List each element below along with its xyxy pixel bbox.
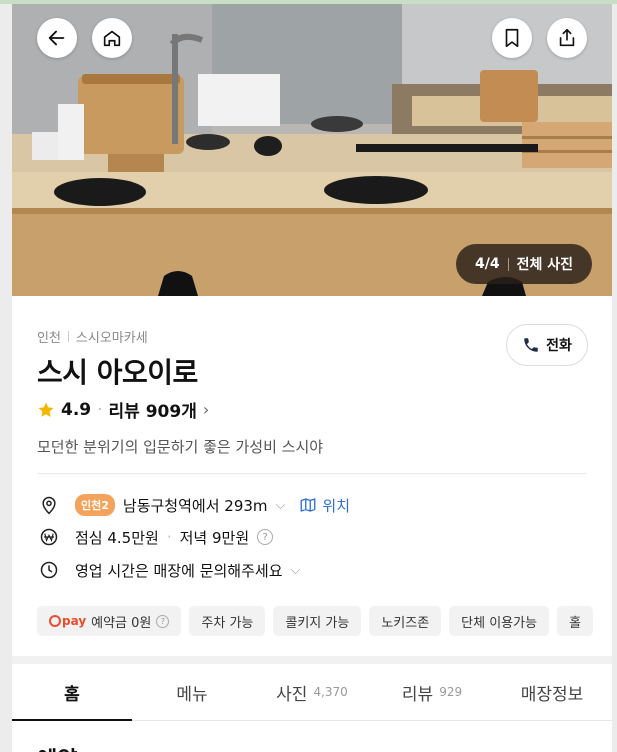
feature-chips: pay 예약금 0원 ? 주차 가능 콜키지 가능 노키즈존 단체 이용가능 홀	[37, 606, 594, 636]
cpay-logo: pay	[49, 614, 86, 628]
chevron-down-icon[interactable]: ⌵	[276, 498, 286, 513]
price-row: 점심 4.5만원 · 저녁 9만원 ?	[37, 525, 274, 549]
tab-home[interactable]: 홈	[12, 664, 132, 721]
price-dot: ·	[166, 528, 172, 546]
hours-text: 영업 시간은 매장에 문의해주세요	[75, 561, 283, 580]
deposit-label: 예약금 0원	[91, 615, 152, 631]
chip-group[interactable]: 단체 이용가능	[449, 606, 550, 636]
tab-label: 메뉴	[176, 684, 208, 705]
hero-photo[interactable]: 4/4 전체 사진	[12, 4, 612, 296]
bookmark-icon	[505, 28, 519, 48]
home-icon	[103, 30, 121, 47]
tab-label: 매장정보	[520, 684, 584, 705]
deposit-chip[interactable]: pay 예약금 0원 ?	[37, 606, 182, 636]
rating-value: 4.9	[61, 399, 92, 420]
rating-dot: ·	[97, 399, 103, 420]
photo-index: 4/4	[474, 256, 500, 272]
all-photos-label: 전체 사진	[516, 257, 573, 273]
hours-row: 영업 시간은 매장에 문의해주세요 ⌵	[37, 558, 300, 582]
tab-label: 홈	[64, 684, 80, 705]
arrow-left-icon	[48, 30, 65, 46]
breadcrumb-divider	[67, 331, 69, 342]
rating-reviews-link[interactable]: 4.9 · 리뷰 909개 ›	[37, 397, 209, 422]
help-icon: ?	[156, 614, 170, 628]
phone-icon	[524, 338, 538, 352]
section-gap	[12, 656, 612, 664]
chevron-down-icon[interactable]: ⌵	[291, 563, 301, 578]
review-count: 리뷰 909개	[108, 402, 197, 422]
all-photos-button[interactable]: 4/4 전체 사진	[456, 244, 592, 284]
tab-label: 사진	[276, 684, 308, 705]
tab-bar: 홈 메뉴 사진 4,370 리뷰 929 매장정보	[12, 664, 612, 721]
won-icon	[37, 525, 61, 549]
call-label: 전화	[546, 338, 572, 354]
tab-label: 리뷰	[401, 684, 434, 705]
chip-no-kids[interactable]: 노키즈존	[369, 606, 442, 636]
home-button[interactable]	[92, 18, 132, 58]
restaurant-info: 인천 스시오마카세 스시 아오이로 전화 4.9 · 리뷰 909개 › 모던한…	[12, 296, 612, 656]
tab-count: 4,370	[313, 685, 348, 699]
tab-store-info[interactable]: 매장정보	[492, 664, 612, 720]
tab-count: 929	[439, 685, 463, 699]
location-text: 남동구청역에서 293m	[122, 496, 268, 515]
restaurant-description: 모던한 분위기의 입문하기 좋은 가성비 스시야	[37, 438, 324, 456]
location-pin-icon	[37, 493, 61, 517]
map-icon	[300, 498, 316, 512]
chip-corkage[interactable]: 콜키지 가능	[273, 606, 362, 636]
restaurant-name: 스시 아오이로	[37, 356, 198, 389]
breadcrumb: 인천 스시오마카세	[37, 327, 148, 346]
map-link[interactable]: 위치	[299, 495, 350, 516]
dinner-price: 저녁 9만원	[179, 528, 250, 547]
lunch-price: 점심 4.5만원	[75, 528, 159, 547]
section-divider	[37, 473, 587, 474]
tab-menu[interactable]: 메뉴	[132, 664, 252, 720]
help-icon[interactable]: ?	[257, 529, 274, 545]
restaurant-page: 4/4 전체 사진 인천 스시오마카세 스시 아오이로 전화 4.9 · 리뷰 …	[12, 4, 612, 752]
share-icon	[559, 28, 575, 47]
chip-hall[interactable]: 홀	[557, 606, 594, 636]
region-label[interactable]: 인천	[37, 327, 61, 346]
bookmark-button[interactable]	[492, 18, 532, 58]
back-button[interactable]	[37, 18, 77, 58]
clock-icon	[37, 558, 61, 582]
counter-divider	[507, 257, 509, 271]
star-icon	[38, 402, 54, 417]
call-button[interactable]: 전화	[506, 324, 588, 366]
chevron-right-icon: ›	[202, 400, 210, 419]
share-button[interactable]	[547, 18, 587, 58]
category-label[interactable]: 스시오마카세	[76, 327, 148, 346]
tab-photos[interactable]: 사진 4,370	[252, 664, 372, 720]
map-label: 위치	[322, 496, 350, 515]
section-heading: 예약	[37, 742, 77, 752]
location-row: 인천2 남동구청역에서 293m ⌵ 위치	[37, 493, 350, 517]
chip-parking[interactable]: 주차 가능	[189, 606, 266, 636]
subway-line-badge: 인천2	[75, 494, 115, 516]
tab-reviews[interactable]: 리뷰 929	[372, 664, 492, 720]
